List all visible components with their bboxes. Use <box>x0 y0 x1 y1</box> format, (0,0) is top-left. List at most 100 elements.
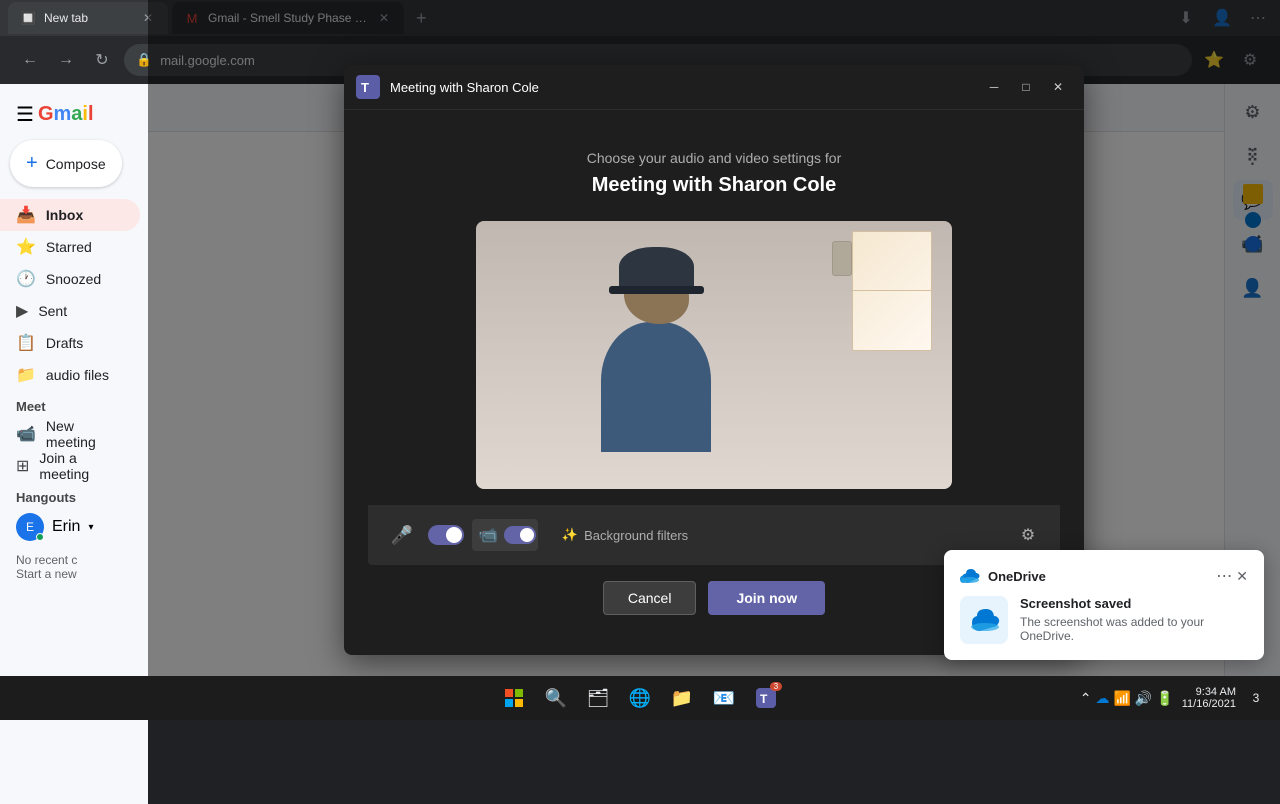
notif-header: OneDrive ⋯ ✕ <box>960 566 1248 586</box>
notif-actions: ⋯ ✕ <box>1216 566 1248 586</box>
person-body <box>601 322 711 452</box>
hamburger-icon[interactable]: ☰ <box>16 102 34 127</box>
expand-icon[interactable]: ⌃ <box>1080 690 1092 707</box>
back-btn[interactable]: ← <box>16 46 44 74</box>
inbox-label: Inbox <box>46 207 83 223</box>
notif-title-row: OneDrive <box>960 569 1046 584</box>
sparkle-icon: ✨ <box>562 527 578 543</box>
mic-toggle[interactable] <box>428 525 464 545</box>
notif-cloud-icon <box>960 596 1008 644</box>
window-light <box>852 231 932 351</box>
teams-badge: 3 <box>770 682 782 691</box>
notif-menu-btn[interactable]: ⋯ <box>1216 566 1232 586</box>
teams-taskbar-icon: T <box>756 688 776 708</box>
drafts-label: Drafts <box>46 335 83 351</box>
teams-window-controls: ─ □ ✕ <box>980 73 1072 101</box>
search-icon: 🔍 <box>545 688 567 709</box>
mic-btn[interactable]: 🎤 <box>384 517 420 553</box>
minimize-btn[interactable]: ─ <box>980 73 1008 101</box>
join-now-button[interactable]: Join now <box>708 581 825 615</box>
sent-label: Sent <box>38 303 67 319</box>
task-view-btn[interactable]: 🗂 <box>580 680 616 716</box>
snoozed-icon: 🕐 <box>16 269 36 289</box>
battery-icon[interactable]: 🔋 <box>1156 690 1173 707</box>
notification-count: 3 <box>1253 691 1260 705</box>
hangouts-user[interactable]: E Erin ▾ <box>0 509 148 545</box>
sent-icon: ▶ <box>16 301 28 321</box>
edge-btn[interactable]: 🌐 <box>622 680 658 716</box>
user-avatar: E <box>16 513 44 541</box>
gmail-wordmark: G m a i l <box>38 103 94 126</box>
nav-item-snoozed[interactable]: 🕐 Snoozed <box>0 263 140 295</box>
mic-toggle-thumb <box>446 527 462 543</box>
nav-item-inbox[interactable]: 📥 Inbox <box>0 199 140 231</box>
edge-icon: 🌐 <box>629 688 651 709</box>
forward-btn[interactable]: → <box>52 46 80 74</box>
sys-icons: ⌃ ☁ 📶 🔊 🔋 <box>1080 690 1174 707</box>
mail-icon: 📧 <box>713 688 735 709</box>
mail-btn[interactable]: 📧 <box>706 680 742 716</box>
person-hat <box>619 247 694 291</box>
starred-icon: ⭐ <box>16 237 36 257</box>
camera-btn[interactable]: 📹 <box>474 521 502 549</box>
no-recent-text: No recent c Start a new <box>0 545 148 589</box>
audio-files-label: audio files <box>46 367 109 383</box>
notification-btn[interactable]: 3 <box>1244 680 1268 716</box>
online-status-dot <box>36 533 44 541</box>
nav-item-starred[interactable]: ⭐ Starred <box>0 231 140 263</box>
nav-item-audio-files[interactable]: 📁 audio files <box>0 359 140 391</box>
volume-icon[interactable]: 🔊 <box>1135 690 1152 707</box>
nav-item-join-meeting[interactable]: ⊞ Join a meeting <box>0 450 140 482</box>
join-meeting-label: Join a meeting <box>39 450 124 482</box>
camera-toggle-thumb <box>520 528 534 542</box>
close-dialog-btn[interactable]: ✕ <box>1044 73 1072 101</box>
clock-date: 11/16/2021 <box>1182 698 1236 710</box>
onedrive-taskbar-icon[interactable]: ☁ <box>1095 690 1109 707</box>
camera-toggle-group: 📹 <box>472 519 538 551</box>
new-meeting-icon: 📹 <box>16 424 36 444</box>
svg-text:T: T <box>361 80 369 95</box>
nav-item-drafts[interactable]: 📋 Drafts <box>0 327 140 359</box>
taskbar-clock[interactable]: 9:34 AM 11/16/2021 <box>1182 686 1236 710</box>
search-btn[interactable]: 🔍 <box>538 680 574 716</box>
nav-item-sent[interactable]: ▶ Sent <box>0 295 140 327</box>
controls-settings-btn[interactable]: ⚙ <box>1012 519 1044 551</box>
notif-body: Screenshot saved The screenshot was adde… <box>960 596 1248 644</box>
notif-text: Screenshot saved The screenshot was adde… <box>1020 596 1248 644</box>
tab-label: New tab <box>44 11 88 25</box>
teams-subtitle: Choose your audio and video settings for <box>368 150 1060 166</box>
notif-close-btn[interactable]: ✕ <box>1236 566 1248 586</box>
notif-title: OneDrive <box>988 569 1046 584</box>
teams-btn[interactable]: T 3 <box>748 680 784 716</box>
teams-meeting-title: Meeting with Sharon Cole <box>368 174 1060 197</box>
user-dropdown-icon: ▾ <box>88 522 93 533</box>
inbox-icon: 📥 <box>16 205 36 225</box>
refresh-btn[interactable]: ↻ <box>88 46 116 74</box>
onedrive-logo-icon <box>960 569 980 583</box>
maximize-btn[interactable]: □ <box>1012 73 1040 101</box>
audio-files-icon: 📁 <box>16 365 36 385</box>
wifi-icon[interactable]: 📶 <box>1113 690 1130 707</box>
gmail-logo: ☰ G m a i l <box>0 92 148 132</box>
compose-button[interactable]: + Compose <box>10 140 122 187</box>
compose-plus-icon: + <box>26 152 38 175</box>
notif-text-title: Screenshot saved <box>1020 596 1248 611</box>
background-filters-btn[interactable]: ✨ Background filters <box>554 523 696 547</box>
compose-label: Compose <box>46 156 106 172</box>
start-btn[interactable] <box>496 680 532 716</box>
person-figure <box>556 269 756 489</box>
teams-title-text: Meeting with Sharon Cole <box>390 80 539 95</box>
teams-logo-icon: T <box>356 75 380 99</box>
explorer-btn[interactable]: 📁 <box>664 680 700 716</box>
teams-title-left: T Meeting with Sharon Cole <box>356 75 539 99</box>
nav-item-new-meeting[interactable]: 📹 New meeting <box>0 418 140 450</box>
camera-toggle[interactable] <box>504 526 536 544</box>
onedrive-notification: OneDrive ⋯ ✕ Screenshot saved The screen… <box>944 550 1264 660</box>
person-hat-brim <box>609 286 704 294</box>
clock-time: 9:34 AM <box>1182 686 1236 698</box>
cancel-button[interactable]: Cancel <box>603 581 697 615</box>
person-head <box>624 269 689 324</box>
drafts-icon: 📋 <box>16 333 36 353</box>
teams-title-bar: T Meeting with Sharon Cole ─ □ ✕ <box>344 65 1084 110</box>
tab-new-tab[interactable]: 🔲 New tab ✕ <box>8 2 168 34</box>
